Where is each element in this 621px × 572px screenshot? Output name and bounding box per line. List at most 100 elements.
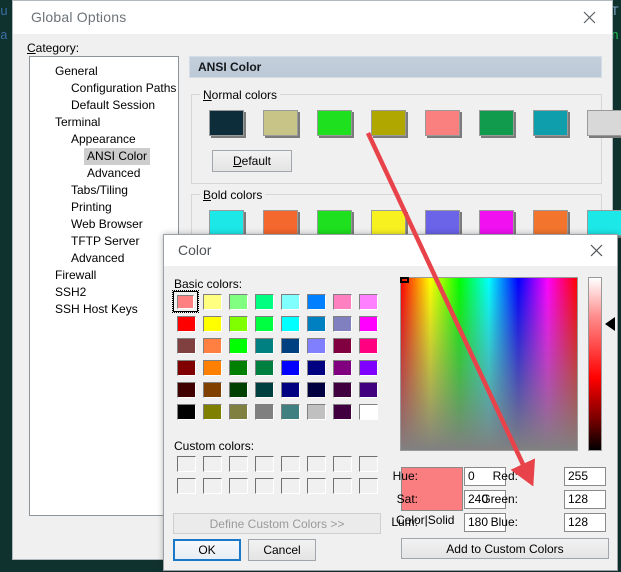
- basic-color-swatch[interactable]: [306, 294, 326, 310]
- basic-color-swatch[interactable]: [358, 360, 378, 376]
- custom-color-cell-r0c7[interactable]: [355, 453, 381, 475]
- basic-color-cell-r5c5[interactable]: [303, 401, 329, 423]
- basic-color-cell-r2c7[interactable]: [355, 335, 381, 357]
- basic-color-swatch[interactable]: [202, 316, 222, 332]
- sidebar-item-appearance[interactable]: ⌄Appearance: [30, 131, 178, 148]
- normal-color-swatch-5[interactable]: [479, 110, 514, 136]
- basic-color-swatch[interactable]: [306, 360, 326, 376]
- basic-color-cell-r0c2[interactable]: [225, 291, 251, 313]
- basic-color-cell-r0c4[interactable]: [277, 291, 303, 313]
- basic-color-cell-r2c2[interactable]: [225, 335, 251, 357]
- normal-color-swatch-2[interactable]: [317, 110, 352, 136]
- basic-color-cell-r2c4[interactable]: [277, 335, 303, 357]
- basic-color-swatch[interactable]: [176, 338, 196, 354]
- basic-color-cell-r0c6[interactable]: [329, 291, 355, 313]
- basic-color-swatch[interactable]: [254, 382, 274, 398]
- bold-color-swatch-6[interactable]: [533, 210, 568, 236]
- custom-color-swatch[interactable]: [202, 478, 222, 494]
- basic-color-cell-r5c6[interactable]: [329, 401, 355, 423]
- basic-color-cell-r5c1[interactable]: [199, 401, 225, 423]
- custom-color-swatch[interactable]: [228, 456, 248, 472]
- add-to-custom-colors-button[interactable]: Add to Custom Colors: [401, 538, 609, 559]
- basic-color-swatch[interactable]: [202, 294, 222, 310]
- basic-color-swatch[interactable]: [280, 294, 300, 310]
- custom-color-swatch[interactable]: [280, 456, 300, 472]
- basic-color-cell-r1c0[interactable]: [173, 313, 199, 335]
- bold-colors-swatch-row[interactable]: [209, 210, 621, 236]
- basic-color-cell-r1c7[interactable]: [355, 313, 381, 335]
- sidebar-item-printing[interactable]: Printing: [30, 199, 178, 216]
- custom-color-cell-r1c7[interactable]: [355, 475, 381, 497]
- basic-color-cell-r0c3[interactable]: [251, 291, 277, 313]
- basic-color-swatch[interactable]: [306, 404, 326, 420]
- basic-color-cell-r4c0[interactable]: [173, 379, 199, 401]
- basic-color-swatch[interactable]: [202, 382, 222, 398]
- basic-color-cell-r0c7[interactable]: [355, 291, 381, 313]
- bold-color-swatch-5[interactable]: [479, 210, 514, 236]
- basic-color-swatch[interactable]: [280, 316, 300, 332]
- bold-color-swatch-3[interactable]: [371, 210, 406, 236]
- sidebar-item-configuration-paths[interactable]: Configuration Paths: [30, 80, 178, 97]
- normal-color-swatch-6[interactable]: [533, 110, 568, 136]
- basic-color-cell-r5c3[interactable]: [251, 401, 277, 423]
- custom-color-swatch[interactable]: [176, 478, 196, 494]
- custom-color-swatch[interactable]: [332, 456, 352, 472]
- close-icon[interactable]: [575, 235, 617, 265]
- custom-color-swatch[interactable]: [280, 478, 300, 494]
- basic-colors-grid[interactable]: [172, 290, 381, 423]
- gradient-cursor-handle[interactable]: [400, 277, 409, 283]
- custom-color-swatch[interactable]: [358, 456, 378, 472]
- basic-color-swatch[interactable]: [358, 404, 378, 420]
- color-gradient-field[interactable]: [400, 277, 578, 451]
- sidebar-item-advanced[interactable]: Advanced: [30, 250, 178, 267]
- basic-color-swatch[interactable]: [254, 338, 274, 354]
- bold-color-swatch-7[interactable]: [587, 210, 621, 236]
- sidebar-item-web-browser[interactable]: Web Browser: [30, 216, 178, 233]
- custom-color-swatch[interactable]: [228, 478, 248, 494]
- basic-color-swatch[interactable]: [306, 316, 326, 332]
- basic-color-swatch[interactable]: [280, 404, 300, 420]
- basic-color-swatch[interactable]: [254, 404, 274, 420]
- custom-color-swatch[interactable]: [332, 478, 352, 494]
- basic-color-swatch[interactable]: [332, 316, 352, 332]
- basic-color-swatch[interactable]: [306, 338, 326, 354]
- custom-color-cell-r0c1[interactable]: [199, 453, 225, 475]
- basic-color-swatch[interactable]: [358, 338, 378, 354]
- basic-color-cell-r5c4[interactable]: [277, 401, 303, 423]
- basic-color-cell-r2c0[interactable]: [173, 335, 199, 357]
- basic-color-cell-r5c7[interactable]: [355, 401, 381, 423]
- basic-color-swatch[interactable]: [202, 404, 222, 420]
- basic-color-swatch[interactable]: [358, 294, 378, 310]
- bold-color-swatch-4[interactable]: [425, 210, 460, 236]
- basic-color-cell-r1c1[interactable]: [199, 313, 225, 335]
- basic-color-cell-r4c6[interactable]: [329, 379, 355, 401]
- sidebar-item-ssh2[interactable]: SSH2: [30, 284, 178, 301]
- custom-color-cell-r1c4[interactable]: [277, 475, 303, 497]
- sidebar-item-advanced[interactable]: Advanced: [30, 165, 178, 182]
- basic-color-cell-r1c4[interactable]: [277, 313, 303, 335]
- normal-color-swatch-1[interactable]: [263, 110, 298, 136]
- basic-color-cell-r4c1[interactable]: [199, 379, 225, 401]
- define-custom-colors-button[interactable]: Define Custom Colors >>: [173, 513, 381, 534]
- luminance-slider[interactable]: [588, 277, 602, 451]
- blue-field[interactable]: 128: [564, 513, 606, 532]
- basic-color-swatch[interactable]: [332, 404, 352, 420]
- sidebar-item-tftp-server[interactable]: TFTP Server: [30, 233, 178, 250]
- basic-color-cell-r3c5[interactable]: [303, 357, 329, 379]
- basic-color-cell-r5c2[interactable]: [225, 401, 251, 423]
- basic-color-cell-r4c3[interactable]: [251, 379, 277, 401]
- custom-color-cell-r1c6[interactable]: [329, 475, 355, 497]
- basic-color-cell-r3c2[interactable]: [225, 357, 251, 379]
- sidebar-item-terminal[interactable]: ⌄Terminal: [30, 114, 178, 131]
- basic-color-cell-r1c6[interactable]: [329, 313, 355, 335]
- custom-color-cell-r0c0[interactable]: [173, 453, 199, 475]
- basic-color-swatch[interactable]: [254, 316, 274, 332]
- category-tree[interactable]: ⌄GeneralConfiguration Paths Default Sessi…: [29, 56, 179, 516]
- basic-color-swatch[interactable]: [254, 360, 274, 376]
- bold-color-swatch-1[interactable]: [263, 210, 298, 236]
- basic-color-cell-r2c3[interactable]: [251, 335, 277, 357]
- basic-color-cell-r0c0[interactable]: [172, 290, 199, 313]
- basic-color-swatch[interactable]: [280, 382, 300, 398]
- basic-color-cell-r3c4[interactable]: [277, 357, 303, 379]
- sidebar-item-ansi-color[interactable]: ANSI Color: [30, 148, 178, 165]
